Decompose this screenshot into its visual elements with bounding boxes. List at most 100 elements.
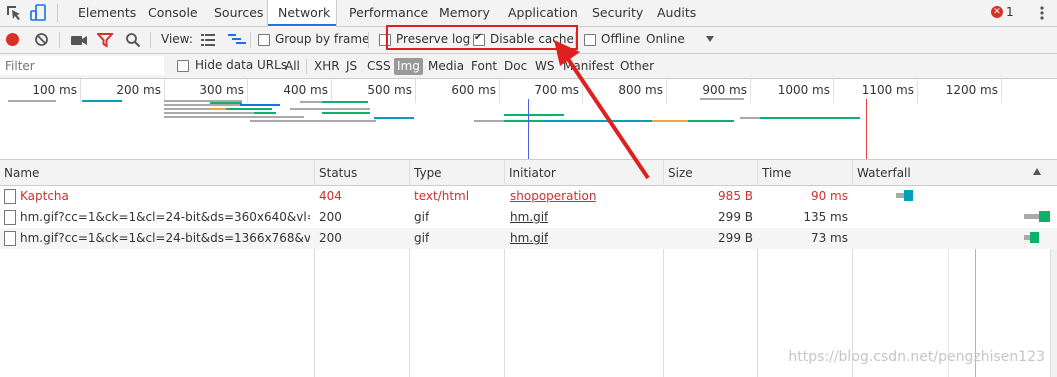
column-header-size[interactable]: Size xyxy=(668,166,693,180)
request-size: 299 B xyxy=(718,210,753,224)
tab-console[interactable]: Console xyxy=(138,0,208,26)
request-type: gif xyxy=(414,210,430,224)
table-row[interactable]: Kaptcha 404 text/html shopoperation 985 … xyxy=(0,186,1057,207)
tab-sources[interactable]: Sources xyxy=(204,0,273,26)
waterfall-bar[interactable] xyxy=(1024,214,1039,219)
dropdown-arrow-icon[interactable] xyxy=(706,36,714,42)
overview-tick-label: 400 ms xyxy=(283,83,328,97)
overview-tick-label: 1200 ms xyxy=(945,83,998,97)
more-options-icon[interactable] xyxy=(1036,3,1048,23)
filter-type-media[interactable]: Media xyxy=(425,58,467,75)
toolbar-divider xyxy=(368,32,369,48)
overview-tick-label: 13 xyxy=(1021,83,1057,97)
filter-type-font[interactable]: Font xyxy=(468,58,500,75)
overview-tick-line xyxy=(1001,79,1002,103)
request-type: gif xyxy=(414,231,430,245)
overview-bar xyxy=(210,108,226,110)
toolbar-divider xyxy=(57,4,58,22)
error-count: 1 xyxy=(1006,5,1014,19)
overview-bar xyxy=(740,117,760,119)
column-header-type[interactable]: Type xyxy=(414,166,442,180)
overview-dom-loaded-marker xyxy=(528,99,529,159)
request-size: 985 B xyxy=(718,189,753,203)
device-toolbar-icon[interactable] xyxy=(30,4,48,22)
request-name[interactable]: hm.gif?cc=1&ck=1&cl=24-bit&ds=1366x768&v… xyxy=(20,231,310,245)
overview-bar xyxy=(700,98,744,100)
group-by-frame-checkbox[interactable] xyxy=(258,34,270,46)
group-by-frame-label: Group by frame xyxy=(275,32,370,46)
overview-tick-line xyxy=(499,79,500,103)
overview-bar xyxy=(226,108,272,110)
request-status: 200 xyxy=(319,231,342,245)
request-initiator-link[interactable]: hm.gif xyxy=(510,210,548,224)
tab-performance[interactable]: Performance xyxy=(339,0,438,26)
column-header-name[interactable]: Name xyxy=(4,166,39,180)
overview-tick-line xyxy=(247,79,248,103)
show-overview-icon[interactable] xyxy=(228,33,246,47)
overview-bar xyxy=(760,117,860,119)
request-time: 73 ms xyxy=(810,231,848,245)
tab-elements[interactable]: Elements xyxy=(68,0,146,26)
overview-bar xyxy=(374,117,414,119)
tab-security[interactable]: Security xyxy=(582,0,653,26)
overview-tick-label: 300 ms xyxy=(199,83,244,97)
overview-tick-line xyxy=(331,79,332,103)
request-name[interactable]: hm.gif?cc=1&ck=1&cl=24-bit&ds=360x640&vl… xyxy=(20,210,310,224)
tab-network[interactable]: Network xyxy=(267,0,337,27)
overview-bar xyxy=(164,116,304,118)
filter-icon[interactable] xyxy=(95,32,115,48)
file-icon xyxy=(4,210,16,225)
sort-ascending-icon[interactable] xyxy=(1033,168,1041,175)
capture-screenshots-icon[interactable] xyxy=(70,33,88,47)
table-row[interactable]: hm.gif?cc=1&ck=1&cl=24-bit&ds=1366x768&v… xyxy=(0,228,1057,249)
filter-type-css[interactable]: CSS xyxy=(364,58,394,75)
waterfall-bar[interactable] xyxy=(1039,211,1050,222)
toolbar-divider xyxy=(59,32,60,48)
network-overview[interactable]: 100 ms 200 ms 300 ms 400 ms 500 ms 600 ms 700 … xyxy=(0,79,1057,160)
toolbar-divider xyxy=(250,32,251,48)
column-header-waterfall[interactable]: Waterfall xyxy=(857,166,911,180)
search-icon[interactable] xyxy=(125,32,141,48)
table-row[interactable]: hm.gif?cc=1&ck=1&cl=24-bit&ds=360x640&vl… xyxy=(0,207,1057,228)
overview-tick-label: 500 ms xyxy=(367,83,412,97)
request-name[interactable]: Kaptcha xyxy=(20,189,310,203)
record-button[interactable] xyxy=(6,33,19,46)
filter-bar: Hide data URLs All XHR JS CSS Img Media … xyxy=(0,54,1057,79)
request-time: 90 ms xyxy=(810,189,848,203)
column-header-time[interactable]: Time xyxy=(762,166,791,180)
request-type: text/html xyxy=(414,189,470,203)
view-label: View: xyxy=(161,32,193,46)
overview-tick-label: 600 ms xyxy=(451,83,496,97)
filter-input[interactable] xyxy=(0,56,164,75)
large-rows-icon[interactable] xyxy=(201,33,216,47)
request-time: 135 ms xyxy=(803,210,848,224)
toolbar-divider xyxy=(306,59,307,74)
tab-application[interactable]: Application xyxy=(498,0,588,26)
waterfall-bar[interactable] xyxy=(1030,232,1039,243)
clear-icon[interactable] xyxy=(34,32,49,47)
tab-audits[interactable]: Audits xyxy=(647,0,706,26)
filter-type-img[interactable]: Img xyxy=(394,58,423,75)
overview-tick-label: 100 ms xyxy=(32,83,77,97)
overview-bar xyxy=(504,120,544,122)
waterfall-bar[interactable] xyxy=(904,190,913,201)
filter-type-xhr[interactable]: XHR xyxy=(311,58,343,75)
overview-tick-line xyxy=(833,79,834,103)
overview-bar xyxy=(688,120,734,122)
request-initiator-link[interactable]: hm.gif xyxy=(510,231,548,245)
column-header-status[interactable]: Status xyxy=(319,166,357,180)
overview-tick-line xyxy=(80,79,81,103)
filter-type-all[interactable]: All xyxy=(282,58,303,75)
filter-type-doc[interactable]: Doc xyxy=(501,58,530,75)
hide-data-urls-checkbox[interactable] xyxy=(177,60,189,72)
annotation-arrow xyxy=(554,40,650,180)
file-icon xyxy=(4,231,16,246)
request-initiator-link[interactable]: shopoperation xyxy=(510,189,596,203)
waterfall-bar[interactable] xyxy=(896,193,904,198)
tab-memory[interactable]: Memory xyxy=(429,0,500,26)
toolbar-divider xyxy=(150,32,151,48)
overview-bar xyxy=(322,101,368,103)
overview-bar xyxy=(250,120,376,122)
inspect-element-icon[interactable] xyxy=(6,5,22,21)
filter-type-js[interactable]: JS xyxy=(343,58,360,75)
